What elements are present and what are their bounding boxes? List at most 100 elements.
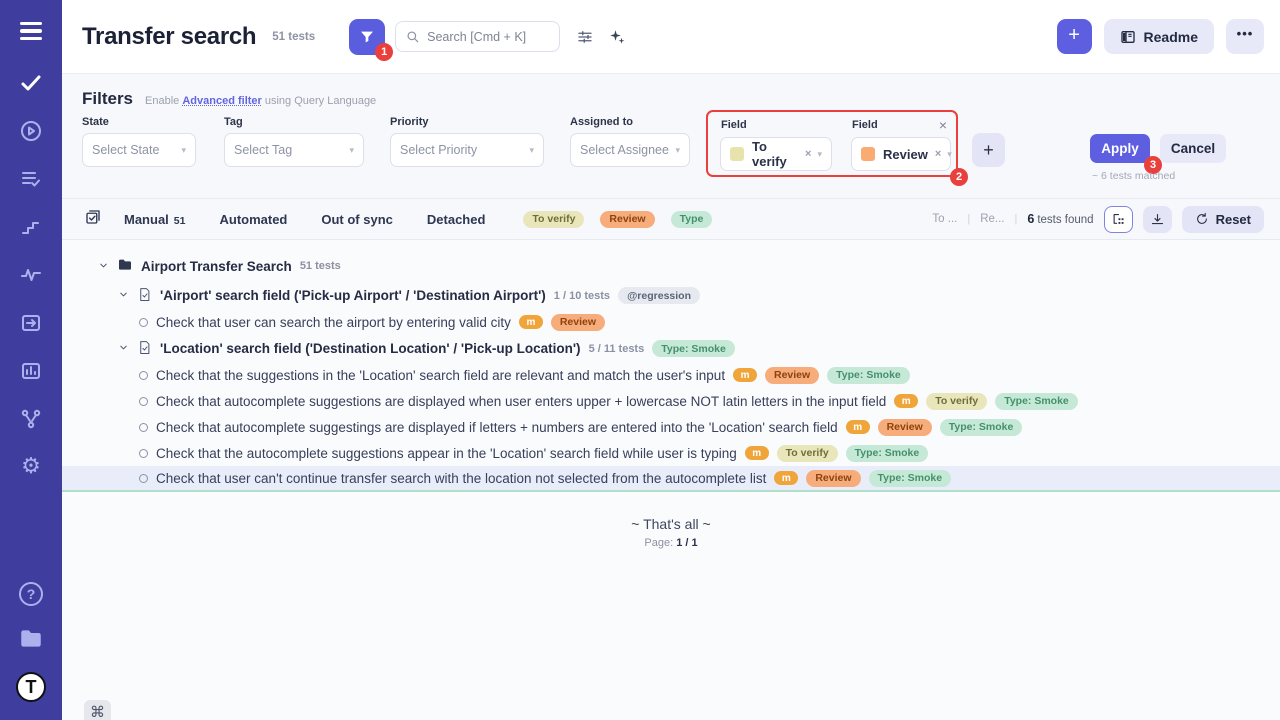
plans-list-check-icon[interactable] xyxy=(18,166,44,192)
type-pill: Type: Smoke xyxy=(995,393,1078,410)
logo[interactable]: T xyxy=(16,672,46,702)
adjustments-icon[interactable] xyxy=(576,28,594,46)
refresh-icon xyxy=(1195,212,1209,226)
tests-found-text: 6tests found xyxy=(1027,212,1093,226)
test-title[interactable]: Check that the suggestions in the 'Locat… xyxy=(156,368,725,383)
tree-view-button[interactable] xyxy=(1104,206,1133,233)
priority-select[interactable]: Select Priority▾ xyxy=(390,133,544,167)
tag-pill[interactable]: @regression xyxy=(618,287,700,304)
pulse-activity-icon[interactable] xyxy=(18,262,44,288)
status-pill: To verify xyxy=(926,393,987,410)
test-row[interactable]: Check that the suggestions in the 'Locat… xyxy=(62,362,1280,388)
status-pill: Review xyxy=(806,470,860,487)
filter-pill-type[interactable]: Type xyxy=(671,211,713,228)
book-icon xyxy=(1120,29,1136,45)
list-footer: ~ That's all ~ Page: 1 / 1 xyxy=(62,516,1280,549)
state-select[interactable]: Select State▾ xyxy=(82,133,196,167)
bulk-select-icon[interactable] xyxy=(84,208,102,231)
chevron-down-icon[interactable] xyxy=(118,288,129,303)
search-input[interactable] xyxy=(427,30,537,44)
test-row[interactable]: Check that autocomplete suggestings are … xyxy=(62,414,1280,440)
filters-heading: Filters xyxy=(82,89,133,109)
gear-icon[interactable]: ⚙ xyxy=(18,454,44,480)
help-icon[interactable]: ? xyxy=(19,582,43,606)
field1-label: Field xyxy=(721,119,747,131)
suite-name[interactable]: 'Airport' search field ('Pick-up Airport… xyxy=(160,288,546,303)
test-row[interactable]: Check that the autocomplete suggestions … xyxy=(62,440,1280,466)
tree-row-suite[interactable]: 'Airport' search field ('Pick-up Airport… xyxy=(62,282,1280,309)
add-field-button[interactable]: + xyxy=(972,133,1005,167)
tab-automated[interactable]: Automated xyxy=(219,212,287,227)
search-box[interactable] xyxy=(395,21,560,52)
tree-row-suite[interactable]: 'Location' search field ('Destination Lo… xyxy=(62,335,1280,362)
download-button[interactable] xyxy=(1143,206,1172,233)
type-pill[interactable]: Type: Smoke xyxy=(652,340,735,357)
filter-pill-toverify[interactable]: To verify xyxy=(523,211,584,228)
annotation-badge-2: 2 xyxy=(950,168,968,186)
field1-select[interactable]: To verify × ▾ xyxy=(720,137,832,171)
test-row[interactable]: Check that user can search the airport b… xyxy=(62,309,1280,335)
chevron-down-icon: ▾ xyxy=(817,149,822,160)
reset-button[interactable]: Reset xyxy=(1182,206,1264,233)
suite-name[interactable]: 'Location' search field ('Destination Lo… xyxy=(160,341,581,356)
remove-value-icon[interactable]: × xyxy=(805,148,811,160)
close-fields-icon[interactable]: × xyxy=(939,117,947,133)
folder-icon xyxy=(117,257,133,276)
assignee-filter: Assigned to Select Assignee▾ xyxy=(570,116,690,167)
field2-select[interactable]: Review × ▾ xyxy=(851,137,951,171)
advanced-filter-link[interactable]: Advanced filter xyxy=(182,95,261,107)
truncated-filter-1[interactable]: To ... xyxy=(932,213,957,225)
test-title[interactable]: Check that the autocomplete suggestions … xyxy=(156,446,737,461)
filter-pill-review[interactable]: Review xyxy=(600,211,654,228)
steps-icon[interactable] xyxy=(18,214,44,240)
test-row-selected[interactable]: Check that user can't continue transfer … xyxy=(62,466,1280,492)
type-pill: Type: Smoke xyxy=(940,419,1023,436)
manual-badge: m xyxy=(519,315,543,329)
funnel-icon xyxy=(359,29,375,45)
manual-badge: m xyxy=(733,368,757,382)
toverify-color-swatch xyxy=(730,147,744,161)
test-title[interactable]: Check that user can't continue transfer … xyxy=(156,471,766,486)
page-indicator: Page: 1 / 1 xyxy=(62,537,1280,549)
chevron-down-icon: ▾ xyxy=(675,145,680,156)
branch-icon[interactable] xyxy=(18,406,44,432)
search-icon xyxy=(406,30,420,44)
state-filter: State Select State▾ xyxy=(82,116,196,167)
tab-out-of-sync[interactable]: Out of sync xyxy=(321,212,393,227)
remove-value-icon[interactable]: × xyxy=(935,148,941,160)
assignee-select[interactable]: Select Assignee▾ xyxy=(570,133,690,167)
test-title[interactable]: Check that user can search the airport b… xyxy=(156,315,511,330)
test-status-icon xyxy=(139,474,148,483)
test-title[interactable]: Check that autocomplete suggestings are … xyxy=(156,420,838,435)
add-button[interactable]: + xyxy=(1057,19,1092,54)
test-title[interactable]: Check that autocomplete suggestions are … xyxy=(156,394,886,409)
tree-row-folder[interactable]: Airport Transfer Search 51 tests xyxy=(62,254,1280,278)
test-row[interactable]: Check that autocomplete suggestions are … xyxy=(62,388,1280,414)
command-key-icon[interactable]: ⌘ xyxy=(84,700,111,720)
folder-name[interactable]: Airport Transfer Search xyxy=(141,259,292,274)
import-icon[interactable] xyxy=(18,310,44,336)
ai-sparkles-icon[interactable] xyxy=(608,28,626,46)
tab-detached[interactable]: Detached xyxy=(427,212,486,227)
chevron-down-icon[interactable] xyxy=(98,259,109,274)
menu-icon[interactable] xyxy=(0,0,62,62)
analytics-bar-chart-icon[interactable] xyxy=(18,358,44,384)
readme-button[interactable]: Readme xyxy=(1104,19,1214,54)
manual-badge: m xyxy=(745,446,769,460)
apply-button[interactable]: Apply xyxy=(1090,134,1150,163)
tab-manual[interactable]: Manual51 xyxy=(124,212,185,227)
page-title: Transfer search xyxy=(82,23,256,51)
filter-funnel-button[interactable]: 1 xyxy=(349,19,385,55)
runs-play-circle-icon[interactable] xyxy=(18,118,44,144)
chevron-down-icon[interactable] xyxy=(118,341,129,356)
thats-all-text: ~ That's all ~ xyxy=(62,516,1280,532)
status-pill: Review xyxy=(878,419,932,436)
tests-check-icon[interactable] xyxy=(18,70,44,96)
chevron-down-icon: ▾ xyxy=(181,145,186,156)
projects-folder-icon[interactable] xyxy=(18,626,44,652)
truncated-filter-2[interactable]: Re... xyxy=(980,213,1004,225)
tag-select[interactable]: Select Tag▾ xyxy=(224,133,364,167)
more-button[interactable]: ••• xyxy=(1226,19,1264,54)
cancel-button[interactable]: Cancel xyxy=(1160,134,1226,163)
test-status-icon xyxy=(139,397,148,406)
